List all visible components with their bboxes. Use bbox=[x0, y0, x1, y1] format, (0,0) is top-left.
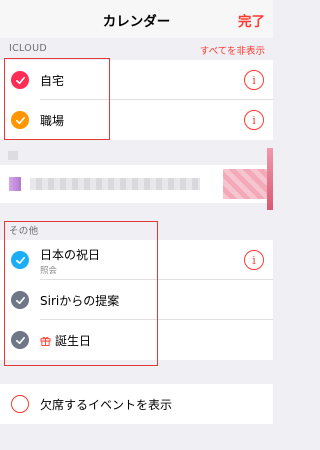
calendar-name: Siriからの提案 bbox=[40, 294, 120, 308]
show-declined-events-label: 欠席するイベントを表示 bbox=[40, 398, 173, 412]
calendar-row-siri-suggestions[interactable]: Siriからの提案 bbox=[0, 280, 273, 320]
checkmark-icon[interactable] bbox=[11, 111, 29, 129]
calendar-name: 職場 bbox=[40, 114, 65, 128]
hide-all-button[interactable]: すべてを非表示 bbox=[200, 43, 265, 57]
calendar-row-home[interactable]: 自宅 i bbox=[0, 60, 273, 100]
checkmark-icon[interactable] bbox=[11, 251, 29, 269]
info-icon[interactable]: i bbox=[244, 250, 264, 270]
redacted-edge bbox=[267, 148, 273, 210]
gift-icon bbox=[40, 336, 51, 346]
calendar-row-japanese-holidays[interactable]: 日本の祝日 照会 i bbox=[0, 240, 273, 280]
icloud-section-header: ICLOUD すべてを非表示 bbox=[0, 38, 273, 60]
checkmark-icon[interactable] bbox=[11, 291, 29, 309]
redacted-calendar-name bbox=[30, 178, 200, 190]
icloud-calendar-list: 自宅 i 職場 i bbox=[0, 60, 273, 140]
section-label-other: その他 bbox=[9, 226, 39, 237]
calendar-name: 日本の祝日 bbox=[40, 248, 101, 262]
show-declined-events-row[interactable]: 欠席するイベントを表示 bbox=[0, 384, 273, 424]
calendar-name: 自宅 bbox=[40, 74, 65, 88]
checkmark-icon[interactable] bbox=[11, 331, 29, 349]
calendar-row-work[interactable]: 職場 i bbox=[0, 100, 273, 140]
redacted-color-dot bbox=[9, 177, 21, 191]
info-icon[interactable]: i bbox=[244, 110, 264, 130]
unchecked-circle-icon[interactable] bbox=[11, 395, 29, 413]
calendar-name: 誕生日 bbox=[55, 334, 92, 348]
done-button[interactable]: 完了 bbox=[238, 10, 265, 30]
calendar-name-wrapper: 誕生日 bbox=[40, 332, 91, 349]
page-title: カレンダー bbox=[102, 14, 171, 30]
calendar-subtitle: 照会 bbox=[40, 266, 58, 276]
declined-events-group: 欠席するイベントを表示 bbox=[0, 384, 273, 424]
other-calendar-list: 日本の祝日 照会 i Siriからの提案 誕生日 bbox=[0, 240, 273, 360]
other-section-header: その他 bbox=[0, 218, 273, 240]
calendar-row-birthdays[interactable]: 誕生日 bbox=[0, 320, 273, 360]
navigation-bar: カレンダー 完了 bbox=[0, 0, 273, 38]
checkmark-icon[interactable] bbox=[11, 71, 29, 89]
redacted-section-header bbox=[8, 151, 18, 160]
section-label-icloud: ICLOUD bbox=[9, 43, 47, 54]
redacted-calendar-row bbox=[0, 165, 273, 203]
redacted-info-button bbox=[223, 169, 267, 199]
info-icon[interactable]: i bbox=[244, 70, 264, 90]
calendar-settings-screen: カレンダー 完了 ICLOUD すべてを非表示 自宅 i 職場 i その他 日本… bbox=[0, 0, 273, 450]
